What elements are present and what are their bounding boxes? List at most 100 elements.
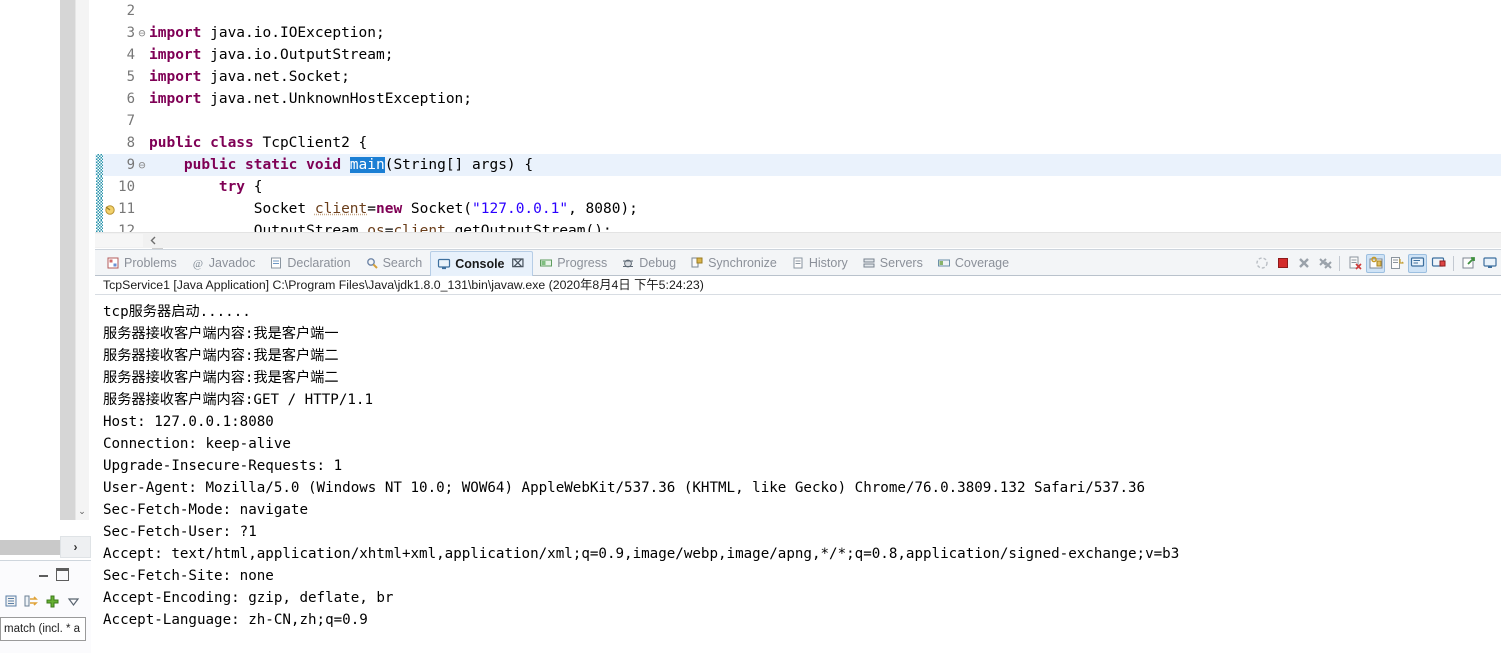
left-panel-window-buttons — [38, 565, 88, 583]
tab-label: Console — [455, 256, 505, 271]
code-token: TcpClient2 { — [253, 135, 368, 151]
view-tab-bar: Problems @ Javadoc Declaration Search Console… — [95, 250, 1501, 276]
show-console-on-error-icon[interactable] — [1429, 254, 1448, 273]
code-editor[interactable]: 2 3 ⊖ import java.io.IOException; 4 import ja… — [95, 0, 1501, 232]
pin-console-icon[interactable] — [1459, 254, 1478, 273]
toolbar-separator — [1339, 255, 1340, 271]
editor-horizontal-scrollbar-thumb[interactable] — [95, 234, 143, 247]
code-token: (String[] args) { — [384, 157, 534, 173]
code-line[interactable]: 12 OutputStream os=client.getOutputStrea… — [95, 220, 1501, 232]
console-output-line: Accept-Encoding: gzip, deflate, br — [103, 590, 394, 606]
tab-label: Search — [382, 256, 423, 270]
filter-text-field[interactable]: match (incl. * a — [0, 617, 86, 641]
code-token: client — [314, 201, 368, 217]
progress-icon — [539, 256, 553, 270]
fold-toggle-icon[interactable]: ⊖ — [135, 154, 149, 176]
fold-toggle-icon[interactable]: ⊖ — [135, 22, 149, 44]
console-output-line: Accept-Language: zh-CN,zh;q=0.9 — [103, 612, 368, 628]
code-token: public static void — [183, 157, 342, 173]
code-line[interactable]: 6 import java.net.UnknownHostException; — [95, 88, 1501, 110]
close-icon[interactable]: ⌧ — [512, 257, 525, 270]
tab-label: Declaration — [287, 256, 351, 270]
editor-horizontal-scrollbar[interactable] — [95, 232, 1501, 248]
code-token: Socket — [149, 201, 315, 217]
scroll-lock-icon[interactable] — [1366, 253, 1385, 273]
code-line[interactable]: 2 — [95, 0, 1501, 22]
code-text: import java.net.UnknownHostException; — [149, 91, 472, 107]
terminate-icon[interactable] — [1273, 254, 1292, 273]
code-token: "127.0.0.1" — [472, 201, 569, 217]
code-line[interactable]: 8 public class TcpClient2 { — [95, 132, 1501, 154]
left-dock-restore-button[interactable]: › — [60, 536, 91, 558]
console-output-line: 服务器接收客户端内容:我是客户端二 — [103, 370, 339, 386]
tab-servers[interactable]: Servers — [856, 251, 931, 276]
scroll-down-button[interactable]: ⌄ — [75, 503, 89, 519]
view-tab-list: Problems @ Javadoc Declaration Search Console… — [100, 250, 1017, 276]
chevron-right-icon: › — [73, 540, 78, 554]
terminate-all-icon[interactable] — [1252, 254, 1271, 273]
code-line[interactable]: 11 Socket client=new Socket("127.0.0.1",… — [95, 198, 1501, 220]
left-gray-column — [60, 0, 75, 520]
change-bar — [96, 154, 103, 176]
clear-console-icon[interactable] — [1345, 254, 1364, 273]
remove-all-launches-icon[interactable] — [1315, 254, 1334, 273]
launch-configuration-label: TcpService1 [Java Application] C:\Progra… — [95, 276, 1501, 295]
maximize-icon[interactable] — [56, 567, 69, 581]
tab-debug[interactable]: Debug — [615, 251, 684, 276]
tab-search[interactable]: Search — [359, 251, 431, 276]
console-output-line: 服务器接收客户端内容:GET / HTTP/1.1 — [103, 392, 373, 408]
view-menu-icon[interactable] — [2, 593, 19, 610]
code-text: OutputStream os=client.getOutputStream()… — [149, 223, 612, 232]
code-line[interactable]: 3 ⊖ import java.io.IOException; — [95, 22, 1501, 44]
code-token: { — [245, 179, 263, 195]
svg-text:@: @ — [193, 258, 203, 270]
declaration-icon — [269, 256, 283, 270]
remove-launch-icon[interactable] — [1294, 254, 1313, 273]
code-token: java.io.IOException; — [201, 25, 385, 41]
warning-icon[interactable] — [103, 201, 117, 217]
minimize-icon[interactable] — [38, 568, 50, 580]
code-token: = — [367, 201, 376, 217]
code-text: Socket client=new Socket("127.0.0.1", 80… — [149, 201, 638, 217]
tab-coverage[interactable]: Coverage — [931, 251, 1017, 276]
tab-label: Debug — [639, 256, 677, 270]
view-menu-chevron-icon[interactable] — [65, 593, 82, 610]
code-line[interactable]: 10 try { — [95, 176, 1501, 198]
tab-javadoc[interactable]: @ Javadoc — [185, 251, 264, 276]
line-number: 3 — [126, 25, 135, 41]
code-token: import — [149, 47, 202, 63]
editor-vertical-scrollbar[interactable] — [75, 0, 163, 520]
tab-console[interactable]: Console ⌧ — [430, 250, 534, 276]
tab-label: Progress — [557, 256, 608, 270]
link-with-editor-icon[interactable] — [23, 593, 40, 610]
tab-synchronize[interactable]: Synchronize — [684, 251, 785, 276]
tab-progress[interactable]: Progress — [533, 251, 615, 276]
problems-icon — [106, 256, 120, 270]
console-output-line: 服务器接收客户端内容:我是客户端二 — [103, 348, 339, 364]
code-line[interactable]: 5 import java.net.Socket; — [95, 66, 1501, 88]
code-token: Socket( — [402, 201, 473, 217]
show-console-on-output-icon[interactable] — [1408, 253, 1427, 273]
display-selected-console-icon[interactable] — [1480, 254, 1499, 273]
code-line-list: 2 3 ⊖ import java.io.IOException; 4 import ja… — [95, 0, 1501, 232]
console-output[interactable]: tcp服务器启动...... 服务器接收客户端内容:我是客户端一 服务器接收客户端内… — [95, 295, 1501, 650]
left-dock-horizontal-scrollbar[interactable] — [0, 540, 60, 555]
code-line[interactable]: 9 ⊖ public static void main(String[] args… — [95, 154, 1501, 176]
scroll-left-button[interactable] — [145, 233, 161, 248]
tab-problems[interactable]: Problems — [100, 251, 185, 276]
word-wrap-icon[interactable] — [1387, 254, 1406, 273]
code-line[interactable]: 4 import java.io.OutputStream; — [95, 44, 1501, 66]
selected-token: main — [349, 157, 385, 173]
tab-history[interactable]: History — [785, 251, 856, 276]
console-output-line: Accept: text/html,application/xhtml+xml,… — [103, 546, 1180, 562]
code-token: java.net.UnknownHostException; — [201, 91, 473, 107]
code-line[interactable]: 7 — [95, 110, 1501, 132]
tab-declaration[interactable]: Declaration — [263, 251, 358, 276]
tab-label: History — [808, 256, 848, 270]
code-text: try { — [149, 179, 263, 195]
code-token: import — [149, 25, 202, 41]
coverage-icon — [937, 256, 951, 270]
code-token: import — [149, 69, 202, 85]
add-icon[interactable] — [44, 593, 61, 610]
